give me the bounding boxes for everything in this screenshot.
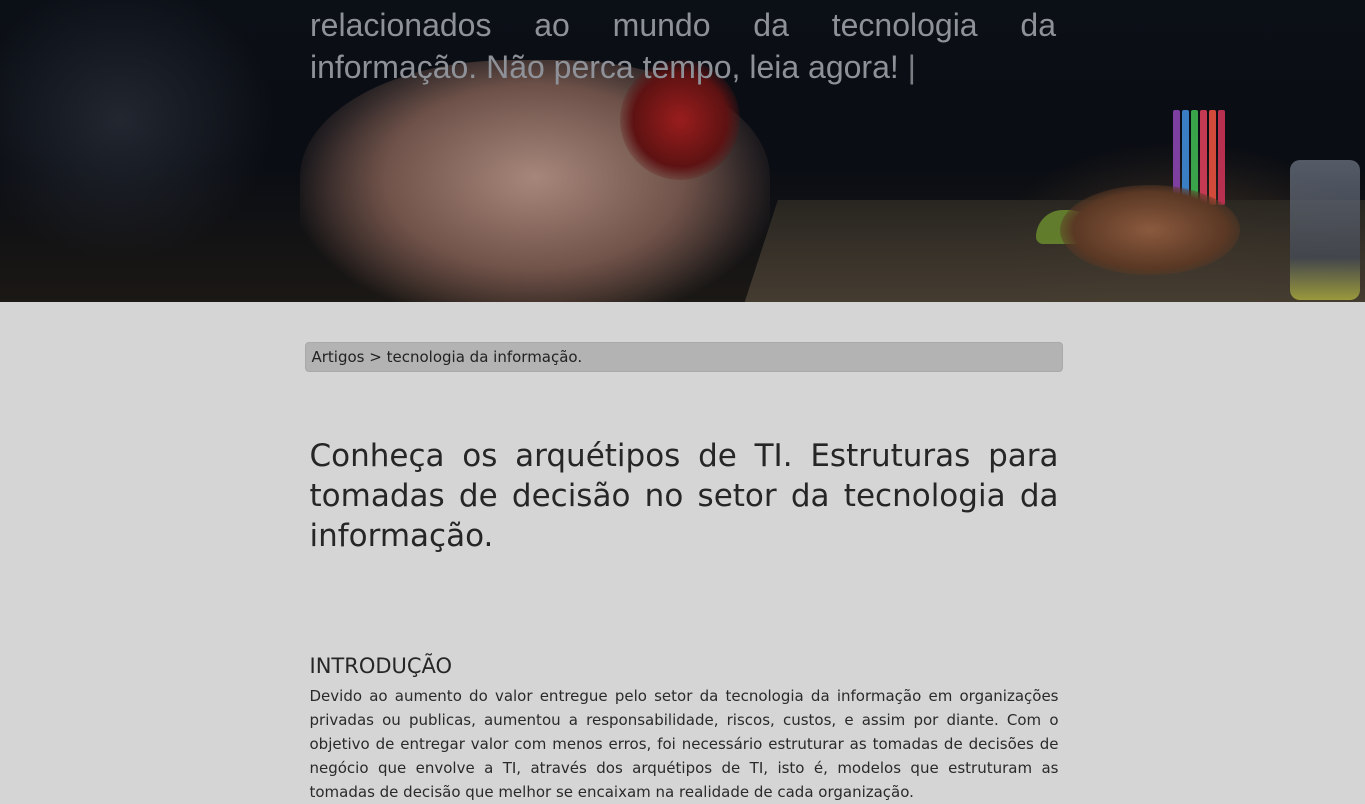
breadcrumb: Artigos > tecnologia da informação.: [304, 342, 1063, 372]
hero-photo-hand: [1060, 185, 1240, 275]
hero-photo-pen: [1218, 110, 1225, 205]
hero-photo-pen: [1200, 110, 1207, 205]
hero-text-content: relacionados ao mundo da tecnologia da i…: [310, 7, 1056, 85]
article-container: Artigos > tecnologia da informação. Conh…: [303, 302, 1063, 804]
hero-typing-text: relacionados ao mundo da tecnologia da i…: [310, 4, 1056, 88]
breadcrumb-item-artigos[interactable]: Artigos: [312, 348, 365, 366]
hero-banner: relacionados ao mundo da tecnologia da i…: [0, 0, 1365, 302]
typing-cursor: |: [907, 49, 916, 85]
article-title: Conheça os arquétipos de TI. Estruturas …: [309, 438, 1059, 554]
breadcrumb-separator: >: [369, 348, 382, 366]
intro-paragraph: Devido ao aumento do valor entregue pelo…: [309, 687, 1059, 801]
breadcrumb-item-current: tecnologia da informação.: [386, 348, 583, 366]
section-heading-introducao: INTRODUÇÃO: [309, 654, 453, 678]
hero-photo-bottle: [1290, 160, 1360, 300]
hero-photo-pen: [1209, 110, 1216, 205]
